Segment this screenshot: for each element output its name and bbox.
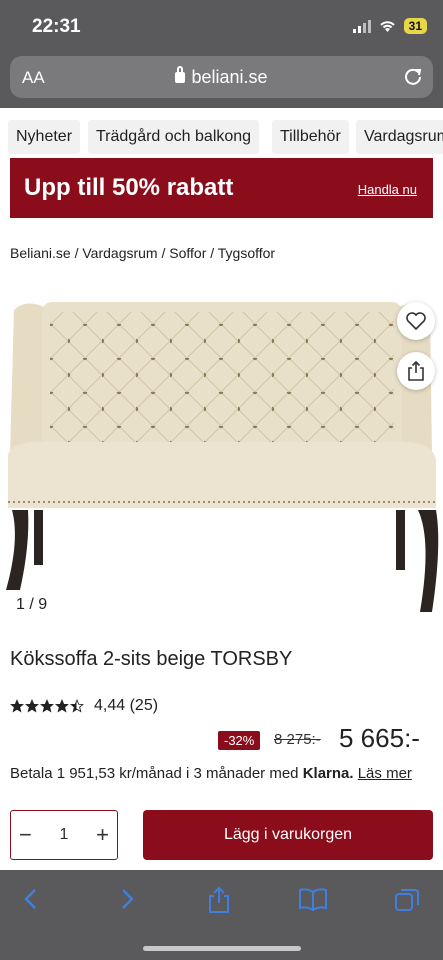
address-bar[interactable]: AA beliani.se	[10, 56, 433, 98]
category-vardagsrum[interactable]: Vardagsrum	[356, 120, 443, 154]
image-counter: 1 / 9	[16, 596, 48, 613]
share-sheet-icon[interactable]	[207, 886, 231, 919]
category-nav: Nyheter Trädgård och balkong Tillbehör V…	[0, 108, 443, 160]
decrease-quantity-button[interactable]: −	[19, 822, 32, 848]
klarna-info: Betala 1 951,53 kr/månad i 3 månader med…	[10, 765, 412, 782]
quantity-stepper: − 1 +	[10, 810, 118, 860]
klarna-read-more-link[interactable]: Läs mer	[358, 765, 412, 782]
tabs-icon[interactable]	[393, 886, 421, 919]
klarna-text: Betala 1 951,53 kr/månad i 3 månader med	[10, 765, 303, 782]
reload-icon[interactable]	[403, 65, 423, 92]
star-rating	[10, 699, 84, 713]
back-icon[interactable]	[22, 886, 40, 917]
battery-badge: 31	[403, 18, 427, 34]
browser-chrome: AA beliani.se	[0, 50, 443, 108]
category-tillbehor[interactable]: Tillbehör	[272, 120, 349, 154]
old-price: 8 275:-	[274, 731, 321, 748]
wifi-icon	[379, 20, 396, 33]
sofa-illustration	[6, 302, 439, 612]
star-icon	[10, 699, 24, 713]
increase-quantity-button[interactable]: +	[96, 822, 109, 848]
star-icon	[55, 699, 69, 713]
star-icon	[40, 699, 54, 713]
promo-link[interactable]: Handla nu	[358, 182, 417, 197]
status-indicators: 31	[352, 18, 427, 34]
rating-text: 4,44 (25)	[94, 697, 159, 714]
discount-badge: -32%	[218, 731, 261, 750]
signal-icon	[352, 19, 371, 33]
rating-row[interactable]: 4,44 (25)	[10, 697, 158, 715]
url-display[interactable]: beliani.se	[10, 66, 433, 88]
current-price: 5 665:-	[339, 723, 420, 753]
promo-banner[interactable]: Upp till 50% rabatt Handla nu	[10, 158, 433, 218]
status-bar: 22:31 31	[0, 0, 443, 50]
share-icon[interactable]	[397, 352, 435, 390]
promo-title: Upp till 50% rabatt	[24, 174, 234, 201]
forward-icon[interactable]	[118, 886, 136, 917]
product-title: Kökssoffa 2-sits beige TORSBY	[10, 648, 293, 670]
status-time: 22:31	[32, 16, 81, 37]
add-to-cart-button[interactable]: Lägg i varukorgen	[143, 810, 433, 860]
star-icon	[70, 699, 84, 713]
category-nyheter[interactable]: Nyheter	[8, 120, 81, 154]
quantity-value[interactable]: 1	[60, 826, 69, 844]
klarna-brand: Klarna.	[302, 765, 354, 782]
product-image[interactable]	[0, 290, 443, 620]
bookmarks-icon[interactable]	[298, 886, 328, 917]
home-indicator	[143, 946, 301, 951]
breadcrumb[interactable]: Beliani.se / Vardagsrum / Soffor / Tygso…	[10, 245, 275, 261]
star-icon	[25, 699, 39, 713]
url-text: beliani.se	[191, 67, 268, 87]
lock-icon	[175, 66, 186, 83]
category-tradgard[interactable]: Trädgård och balkong	[88, 120, 260, 154]
favorite-heart-icon[interactable]	[397, 302, 435, 340]
